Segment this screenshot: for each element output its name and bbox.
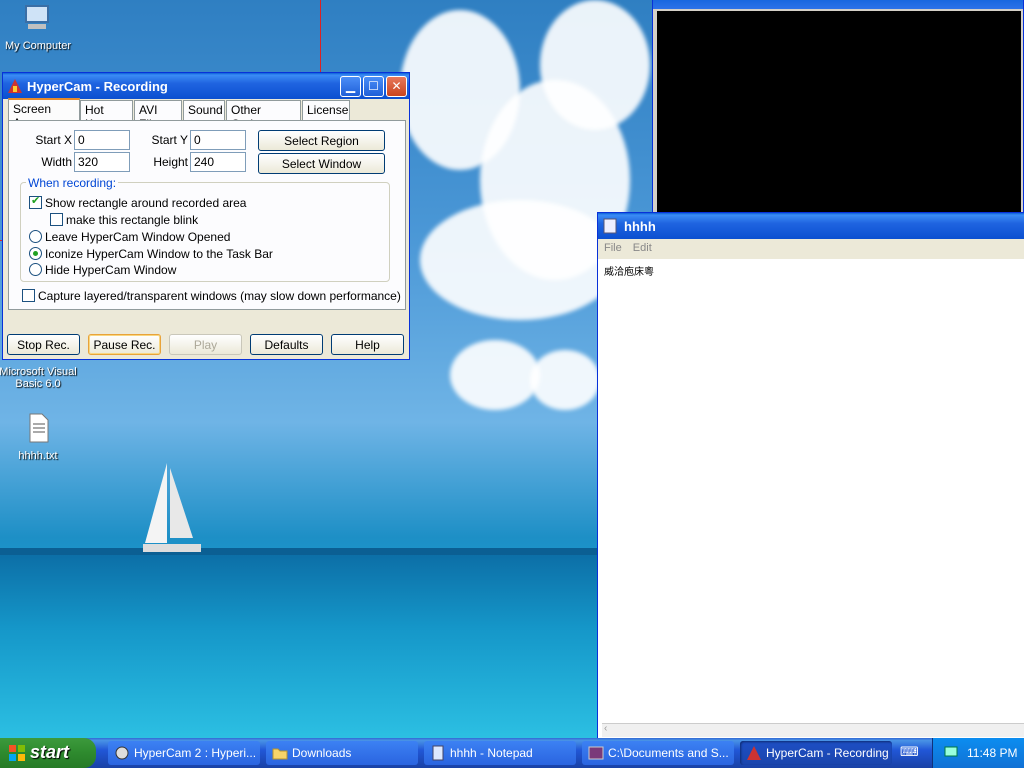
desktop-icon-label: Microsoft Visual Basic 6.0 bbox=[0, 366, 77, 390]
folder-icon bbox=[272, 748, 288, 760]
when-recording-label: When recording: bbox=[26, 176, 119, 190]
leave-window-opened-radio[interactable] bbox=[29, 230, 42, 243]
blink-rectangle-label: make this rectangle blink bbox=[66, 213, 199, 227]
scroll-left-icon[interactable]: ‹ bbox=[604, 723, 607, 734]
defaults-button[interactable]: Defaults bbox=[250, 334, 323, 355]
preview-window-titlebar[interactable] bbox=[653, 0, 1023, 9]
capture-layered-checkbox[interactable] bbox=[22, 289, 35, 302]
pause-rec-button[interactable]: Pause Rec. bbox=[88, 334, 161, 355]
maximize-icon: ☐ bbox=[368, 79, 379, 93]
network-tray-icon[interactable] bbox=[943, 745, 959, 761]
leave-window-opened-label: Leave HyperCam Window Opened bbox=[45, 230, 231, 244]
taskbar-item-hypercam2[interactable]: HyperCam 2 : Hyperi... bbox=[108, 741, 260, 765]
show-rectangle-label: Show rectangle around recorded area bbox=[45, 196, 247, 210]
start-label: start bbox=[30, 742, 70, 762]
start-x-label: Start X bbox=[35, 133, 72, 147]
minimize-button[interactable]: ▁ bbox=[340, 75, 361, 97]
stop-rec-button[interactable]: Stop Rec. bbox=[7, 334, 80, 355]
show-rectangle-checkbox[interactable] bbox=[29, 194, 42, 209]
start-x-input[interactable]: 0 bbox=[74, 130, 130, 150]
hide-window-radio[interactable] bbox=[29, 263, 42, 276]
hypercam-title: HyperCam - Recording bbox=[27, 78, 168, 94]
cloud bbox=[450, 340, 540, 410]
keyboard-icon[interactable]: ⌨ bbox=[900, 745, 924, 761]
height-input[interactable]: 240 bbox=[190, 152, 246, 172]
taskbar-item-label: hhhh - Notepad bbox=[450, 746, 533, 760]
width-input[interactable]: 320 bbox=[74, 152, 130, 172]
help-button[interactable]: Help bbox=[331, 334, 404, 355]
select-region-button[interactable]: Select Region bbox=[258, 130, 385, 151]
taskbar-item-hypercam-recording[interactable]: HyperCam - Recording bbox=[740, 741, 892, 765]
menu-file[interactable]: File bbox=[604, 242, 622, 254]
taskbar-item-label: Downloads bbox=[292, 746, 352, 760]
taskbar-item-documents[interactable]: C:\Documents and S... bbox=[582, 741, 734, 765]
sailboat-image bbox=[143, 463, 201, 552]
minimize-icon: ▁ bbox=[345, 79, 356, 93]
blink-rectangle-checkbox[interactable] bbox=[50, 213, 63, 226]
text-file-icon bbox=[29, 413, 49, 443]
cloud bbox=[530, 350, 600, 410]
tab-license[interactable]: License bbox=[302, 100, 350, 120]
taskbar-item-label: HyperCam 2 : Hyperi... bbox=[134, 746, 257, 760]
play-button[interactable]: Play bbox=[169, 334, 242, 355]
tab-screen-area[interactable]: Screen Area bbox=[8, 98, 80, 130]
hide-window-label: Hide HyperCam Window bbox=[45, 263, 177, 277]
hypercam-app-icon bbox=[8, 79, 22, 93]
start-y-label: Start Y bbox=[151, 133, 188, 147]
notepad-menubar: File Edit bbox=[598, 239, 1024, 259]
desktop-icon-hhhh-txt[interactable]: hhhh.txt bbox=[0, 412, 78, 462]
windows-logo-icon bbox=[9, 745, 25, 761]
hypercam-titlebar[interactable]: HyperCam - Recording ▁ ☐ ✕ bbox=[3, 73, 409, 99]
capture-layered-label: Capture layered/transparent windows (may… bbox=[38, 289, 401, 303]
taskbar-item-downloads[interactable]: Downloads bbox=[266, 741, 418, 765]
taskbar-item-label: C:\Documents and S... bbox=[608, 746, 729, 760]
hypercam-app-icon bbox=[747, 746, 761, 760]
start-y-input[interactable]: 0 bbox=[190, 130, 246, 150]
tab-avi-file[interactable]: AVI File bbox=[134, 100, 182, 131]
system-tray: 11:48 PM bbox=[932, 738, 1024, 768]
taskbar: start HyperCam 2 : Hyperi... Downloads h… bbox=[0, 738, 1024, 768]
desktop-icon-visual-basic[interactable]: Microsoft Visual Basic 6.0 bbox=[0, 366, 78, 390]
notepad-horizontal-scrollbar[interactable]: ‹ bbox=[602, 723, 1024, 737]
menu-edit[interactable]: Edit bbox=[633, 242, 652, 254]
cloud bbox=[420, 200, 620, 320]
close-button[interactable]: ✕ bbox=[386, 75, 407, 97]
start-button[interactable]: start bbox=[0, 738, 96, 768]
taskbar-item-notepad[interactable]: hhhh - Notepad bbox=[424, 741, 576, 765]
tab-other-options[interactable]: Other Options bbox=[226, 100, 301, 131]
maximize-button[interactable]: ☐ bbox=[363, 75, 384, 97]
notepad-icon bbox=[432, 745, 444, 761]
iconize-window-radio[interactable] bbox=[29, 247, 42, 260]
iconize-window-label: Iconize HyperCam Window to the Task Bar bbox=[45, 247, 273, 261]
cloud bbox=[540, 0, 650, 130]
notepad-text-area[interactable]: 威洽庖床粵 bbox=[598, 259, 1024, 282]
command-prompt-icon bbox=[588, 746, 604, 760]
notepad-titlebar[interactable]: hhhh bbox=[598, 213, 1024, 239]
tab-hot-keys[interactable]: Hot Keys bbox=[80, 100, 133, 131]
desktop-icon-label: hhhh.txt bbox=[18, 450, 58, 462]
notepad-icon bbox=[603, 218, 617, 234]
notepad-window[interactable]: hhhh File Edit 威洽庖床粵 ‹ bbox=[597, 212, 1024, 740]
hypercam-icon bbox=[115, 746, 129, 760]
notepad-title: hhhh bbox=[624, 218, 656, 234]
close-icon: ✕ bbox=[391, 79, 402, 93]
taskbar-item-label: HyperCam - Recording bbox=[766, 746, 889, 760]
clock[interactable]: 11:48 PM bbox=[967, 746, 1017, 760]
tab-sound[interactable]: Sound bbox=[183, 100, 225, 120]
select-window-button[interactable]: Select Window bbox=[258, 153, 385, 174]
height-label: Height bbox=[153, 155, 188, 169]
width-label: Width bbox=[41, 155, 72, 169]
